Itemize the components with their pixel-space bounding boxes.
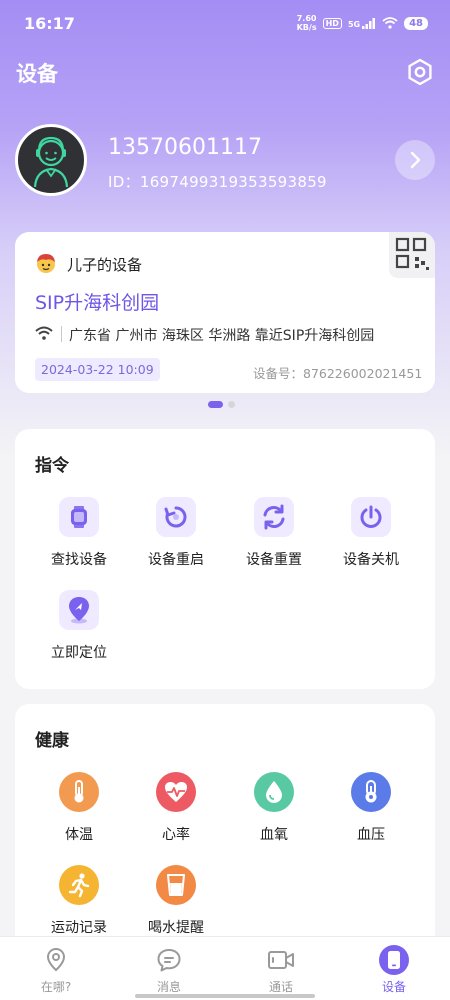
network-speed: 7.60 KB/s xyxy=(296,14,317,32)
location-divider xyxy=(61,326,62,342)
health-title: 健康 xyxy=(35,731,69,751)
water-reminder-button[interactable]: 喝水提醒 xyxy=(133,865,219,937)
settings-button[interactable] xyxy=(404,56,436,88)
page-title: 设备 xyxy=(16,62,58,86)
home-indicator[interactable] xyxy=(135,994,315,998)
device-icon xyxy=(388,951,400,969)
location-timestamp: 2024-03-22 10:09 xyxy=(35,358,160,381)
chevron-right-icon xyxy=(410,151,421,169)
avatar[interactable] xyxy=(15,124,87,196)
reset-device-button[interactable]: 设备重置 xyxy=(231,497,317,569)
gear-hexagon-icon xyxy=(408,58,432,86)
thermometer-icon xyxy=(74,780,84,803)
commands-title: 指令 xyxy=(35,456,69,476)
blood-pressure-button[interactable]: 血压 xyxy=(328,772,414,844)
power-icon xyxy=(360,505,382,528)
restart-device-button[interactable]: 设备重启 xyxy=(133,497,219,569)
nav-tab-device[interactable]: 设备 xyxy=(354,945,434,995)
qr-code-icon[interactable] xyxy=(389,232,435,278)
carousel-indicator xyxy=(208,401,235,408)
running-icon xyxy=(68,873,90,898)
boy-avatar-icon xyxy=(33,136,69,188)
heart-rate-icon xyxy=(165,782,187,802)
user-id: ID：1697499319353593859 xyxy=(108,173,327,191)
device-serial: 设备号：876226002021451 xyxy=(253,366,423,381)
temperature-button[interactable]: 体温 xyxy=(36,772,122,844)
restart-icon xyxy=(164,506,187,528)
blood-oxygen-button[interactable]: 血氧 xyxy=(231,772,317,844)
nav-tab-messages[interactable]: 消息 xyxy=(129,945,209,995)
shutdown-device-button[interactable]: 设备关机 xyxy=(328,497,414,569)
wifi-icon xyxy=(35,326,53,340)
locate-icon xyxy=(69,597,89,624)
cellular-signal-icon: 5G xyxy=(348,17,376,29)
device-location: 广东省 广州市 海珠区 华洲路 靠近SIP升海科创园 xyxy=(69,328,375,344)
reset-icon xyxy=(263,504,285,530)
battery-indicator: 48 xyxy=(404,16,428,30)
water-cup-icon xyxy=(167,874,185,896)
commands-section: 指令 查找设备 设备重启 设备重置 设备关机 立即定位 xyxy=(15,429,435,689)
find-device-button[interactable]: 查找设备 xyxy=(36,497,122,569)
device-card[interactable]: 儿子的设备 SIP升海科创园 广东省 广州市 海珠区 华洲路 靠近SIP升海科创… xyxy=(15,232,435,393)
kid-face-icon xyxy=(37,254,55,273)
wifi-status-icon xyxy=(382,17,398,29)
video-call-icon xyxy=(268,951,294,969)
status-icons: 7.60 KB/s HD 5G 48 xyxy=(297,14,428,32)
user-phone: 13570601117 xyxy=(108,135,262,160)
exercise-record-button[interactable]: 运动记录 xyxy=(36,865,122,937)
locate-now-button[interactable]: 立即定位 xyxy=(36,590,122,662)
watch-icon xyxy=(71,506,87,528)
pressure-icon xyxy=(365,780,377,803)
location-pin-icon xyxy=(46,947,66,972)
bottom-navigation: 在哪? 消息 通话 设备 xyxy=(0,936,450,1000)
status-bar: 16:17 7.60 KB/s HD 5G 48 xyxy=(0,0,450,48)
message-icon xyxy=(157,949,181,972)
health-section: 健康 体温 心率 血氧 血压 运动记录 喝水提醒 xyxy=(15,704,435,964)
nav-tab-where[interactable]: 在哪? xyxy=(16,945,96,995)
profile-detail-button[interactable] xyxy=(395,140,435,180)
carousel-dot-active xyxy=(208,401,223,408)
hd-badge: HD xyxy=(322,17,342,29)
nav-tab-calls[interactable]: 通话 xyxy=(241,945,321,995)
device-name: SIP升海科创园 xyxy=(35,292,160,314)
droplet-icon xyxy=(266,781,282,803)
device-owner-label: 儿子的设备 xyxy=(67,256,143,274)
heart-rate-button[interactable]: 心率 xyxy=(133,772,219,844)
carousel-dot xyxy=(228,401,235,408)
status-time: 16:17 xyxy=(24,14,75,33)
